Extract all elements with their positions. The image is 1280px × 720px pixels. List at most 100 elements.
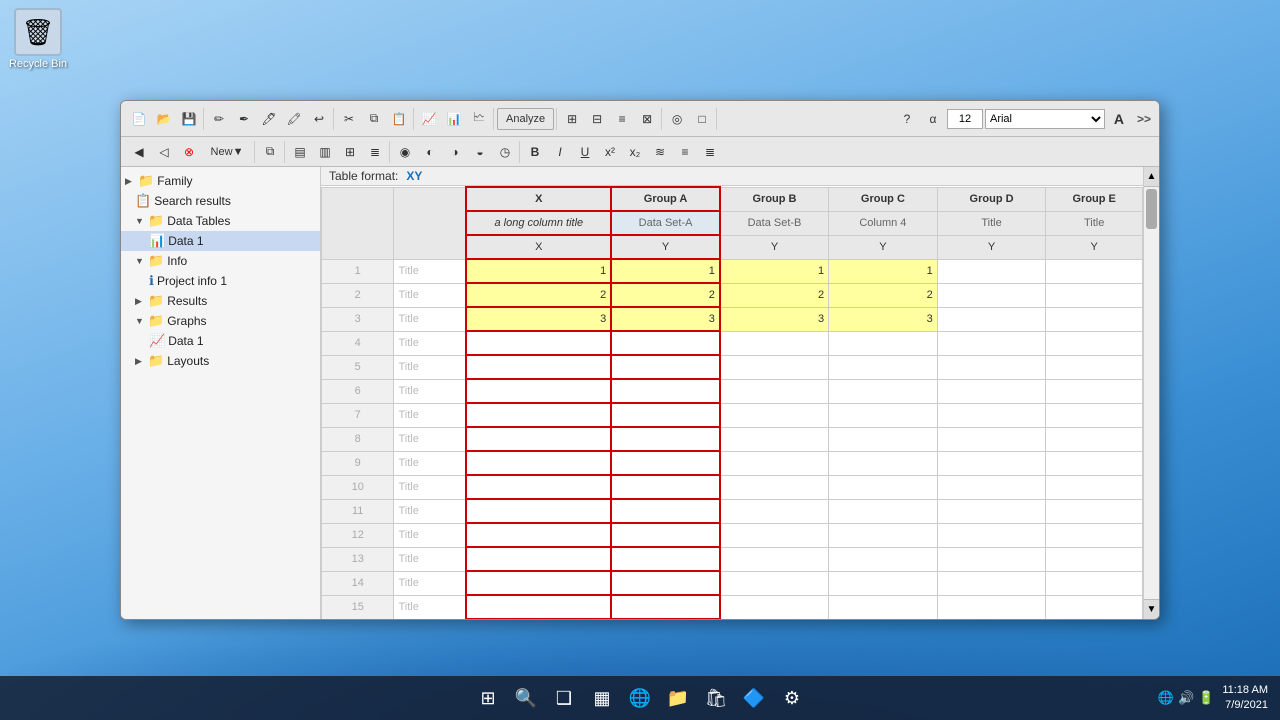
table-row[interactable]: 6Title xyxy=(322,379,1143,403)
value-cell[interactable]: 2 xyxy=(829,283,938,307)
row-label-cell[interactable]: Title xyxy=(394,451,466,475)
draw4-btn[interactable]: 🖍 xyxy=(282,108,306,130)
italic-btn[interactable]: I xyxy=(548,141,572,163)
font-size-input[interactable] xyxy=(947,109,983,129)
table-row[interactable]: 11Title xyxy=(322,499,1143,523)
value-cell[interactable] xyxy=(829,403,938,427)
col-groupc-type[interactable]: Y xyxy=(829,235,938,259)
tb2-btn1[interactable]: ▤ xyxy=(288,141,312,163)
grid3-btn[interactable]: ≡ xyxy=(610,108,634,130)
taskbar-battery-icon[interactable]: 🔋 xyxy=(1198,690,1214,706)
col-groupd-type[interactable]: Y xyxy=(937,235,1046,259)
value-cell[interactable] xyxy=(611,595,720,619)
underline-btn[interactable]: U xyxy=(573,141,597,163)
value-cell[interactable] xyxy=(466,403,611,427)
sidebar-item-info[interactable]: ▼ 📁 Info xyxy=(121,251,320,271)
value-cell[interactable] xyxy=(1046,571,1143,595)
tb2-btn4[interactable]: ≣ xyxy=(363,141,387,163)
col-x-type[interactable]: X xyxy=(466,235,611,259)
sidebar-item-layouts[interactable]: ▶ 📁 Layouts xyxy=(121,351,320,371)
col-groupc-sublabel[interactable]: Column 4 xyxy=(829,211,938,235)
col-groupe-group[interactable]: Group E xyxy=(1046,187,1143,211)
value-cell[interactable] xyxy=(720,331,829,355)
value-cell[interactable] xyxy=(611,331,720,355)
table-row[interactable]: 2Title2222 xyxy=(322,283,1143,307)
col-x-sublabel[interactable]: a long column title xyxy=(466,211,611,235)
row-label-cell[interactable]: Title xyxy=(394,499,466,523)
value-cell[interactable] xyxy=(829,475,938,499)
value-cell[interactable] xyxy=(937,259,1046,283)
value-cell[interactable] xyxy=(466,571,611,595)
value-cell[interactable]: 1 xyxy=(466,259,611,283)
value-cell[interactable] xyxy=(937,475,1046,499)
value-cell[interactable] xyxy=(466,379,611,403)
subscript-btn[interactable]: x₂ xyxy=(623,141,647,163)
value-cell[interactable] xyxy=(611,571,720,595)
value-cell[interactable] xyxy=(829,379,938,403)
value-cell[interactable]: 3 xyxy=(611,307,720,331)
value-cell[interactable]: 3 xyxy=(720,307,829,331)
col-groupa-sublabel[interactable]: Data Set-A xyxy=(611,211,720,235)
tb2-btn7[interactable]: ◑ xyxy=(443,141,467,163)
value-cell[interactable] xyxy=(1046,427,1143,451)
value-cell[interactable] xyxy=(937,379,1046,403)
row-label-cell[interactable]: Title xyxy=(394,307,466,331)
value-cell[interactable]: 2 xyxy=(611,283,720,307)
chart-line-btn[interactable]: 📈 xyxy=(417,108,441,130)
value-cell[interactable] xyxy=(1046,355,1143,379)
value-cell[interactable] xyxy=(937,547,1046,571)
icon2-btn[interactable]: □ xyxy=(690,108,714,130)
table-row[interactable]: 13Title xyxy=(322,547,1143,571)
value-cell[interactable] xyxy=(720,451,829,475)
value-cell[interactable]: 1 xyxy=(720,259,829,283)
sidebar-item-results[interactable]: ▶ 📁 Results xyxy=(121,291,320,311)
sidebar-item-data1[interactable]: 📊 Data 1 xyxy=(121,231,320,251)
value-cell[interactable] xyxy=(611,523,720,547)
value-cell[interactable] xyxy=(1046,331,1143,355)
font-select[interactable]: Arial xyxy=(985,109,1105,129)
value-cell[interactable] xyxy=(1046,595,1143,619)
draw2-btn[interactable]: ✒ xyxy=(232,108,256,130)
value-cell[interactable] xyxy=(466,595,611,619)
table-row[interactable]: 14Title xyxy=(322,571,1143,595)
value-cell[interactable] xyxy=(937,403,1046,427)
tb2-btn5[interactable]: ◉ xyxy=(393,141,417,163)
value-cell[interactable] xyxy=(1046,547,1143,571)
value-cell[interactable] xyxy=(1046,403,1143,427)
row-label-cell[interactable]: Title xyxy=(394,403,466,427)
more-button[interactable]: >> xyxy=(1133,110,1155,128)
save-btn[interactable]: 💾 xyxy=(177,108,201,130)
value-cell[interactable] xyxy=(466,523,611,547)
value-cell[interactable]: 1 xyxy=(829,259,938,283)
value-cell[interactable] xyxy=(829,355,938,379)
taskbar-explorer-btn[interactable]: 📁 xyxy=(662,682,694,714)
value-cell[interactable] xyxy=(829,595,938,619)
value-cell[interactable] xyxy=(1046,379,1143,403)
value-cell[interactable] xyxy=(829,427,938,451)
value-cell[interactable] xyxy=(1046,307,1143,331)
value-cell[interactable] xyxy=(829,451,938,475)
value-cell[interactable] xyxy=(1046,523,1143,547)
tb2-btn6[interactable]: ◐ xyxy=(418,141,442,163)
value-cell[interactable] xyxy=(937,331,1046,355)
value-cell[interactable] xyxy=(466,427,611,451)
value-cell[interactable] xyxy=(466,547,611,571)
tb2-btn3[interactable]: ⊞ xyxy=(338,141,362,163)
table-row[interactable]: 8Title xyxy=(322,427,1143,451)
grid-btn[interactable]: ⊞ xyxy=(560,108,584,130)
value-cell[interactable] xyxy=(937,427,1046,451)
scroll-up-btn[interactable]: ▲ xyxy=(1144,167,1159,187)
tb2-btn8[interactable]: ◒ xyxy=(468,141,492,163)
value-cell[interactable] xyxy=(829,547,938,571)
col-groupb-sublabel[interactable]: Data Set-B xyxy=(720,211,829,235)
recycle-bin[interactable]: 🗑 Recycle Bin xyxy=(8,8,68,70)
table-row[interactable]: 1Title1111 xyxy=(322,259,1143,283)
value-cell[interactable] xyxy=(466,475,611,499)
scroll-down-btn[interactable]: ▼ xyxy=(1144,599,1159,619)
alpha-btn[interactable]: α xyxy=(921,108,945,130)
table-format-value[interactable]: XY xyxy=(406,169,422,183)
value-cell[interactable] xyxy=(720,547,829,571)
value-cell[interactable]: 2 xyxy=(720,283,829,307)
row-label-cell[interactable]: Title xyxy=(394,331,466,355)
col-groupd-group[interactable]: Group D xyxy=(937,187,1046,211)
